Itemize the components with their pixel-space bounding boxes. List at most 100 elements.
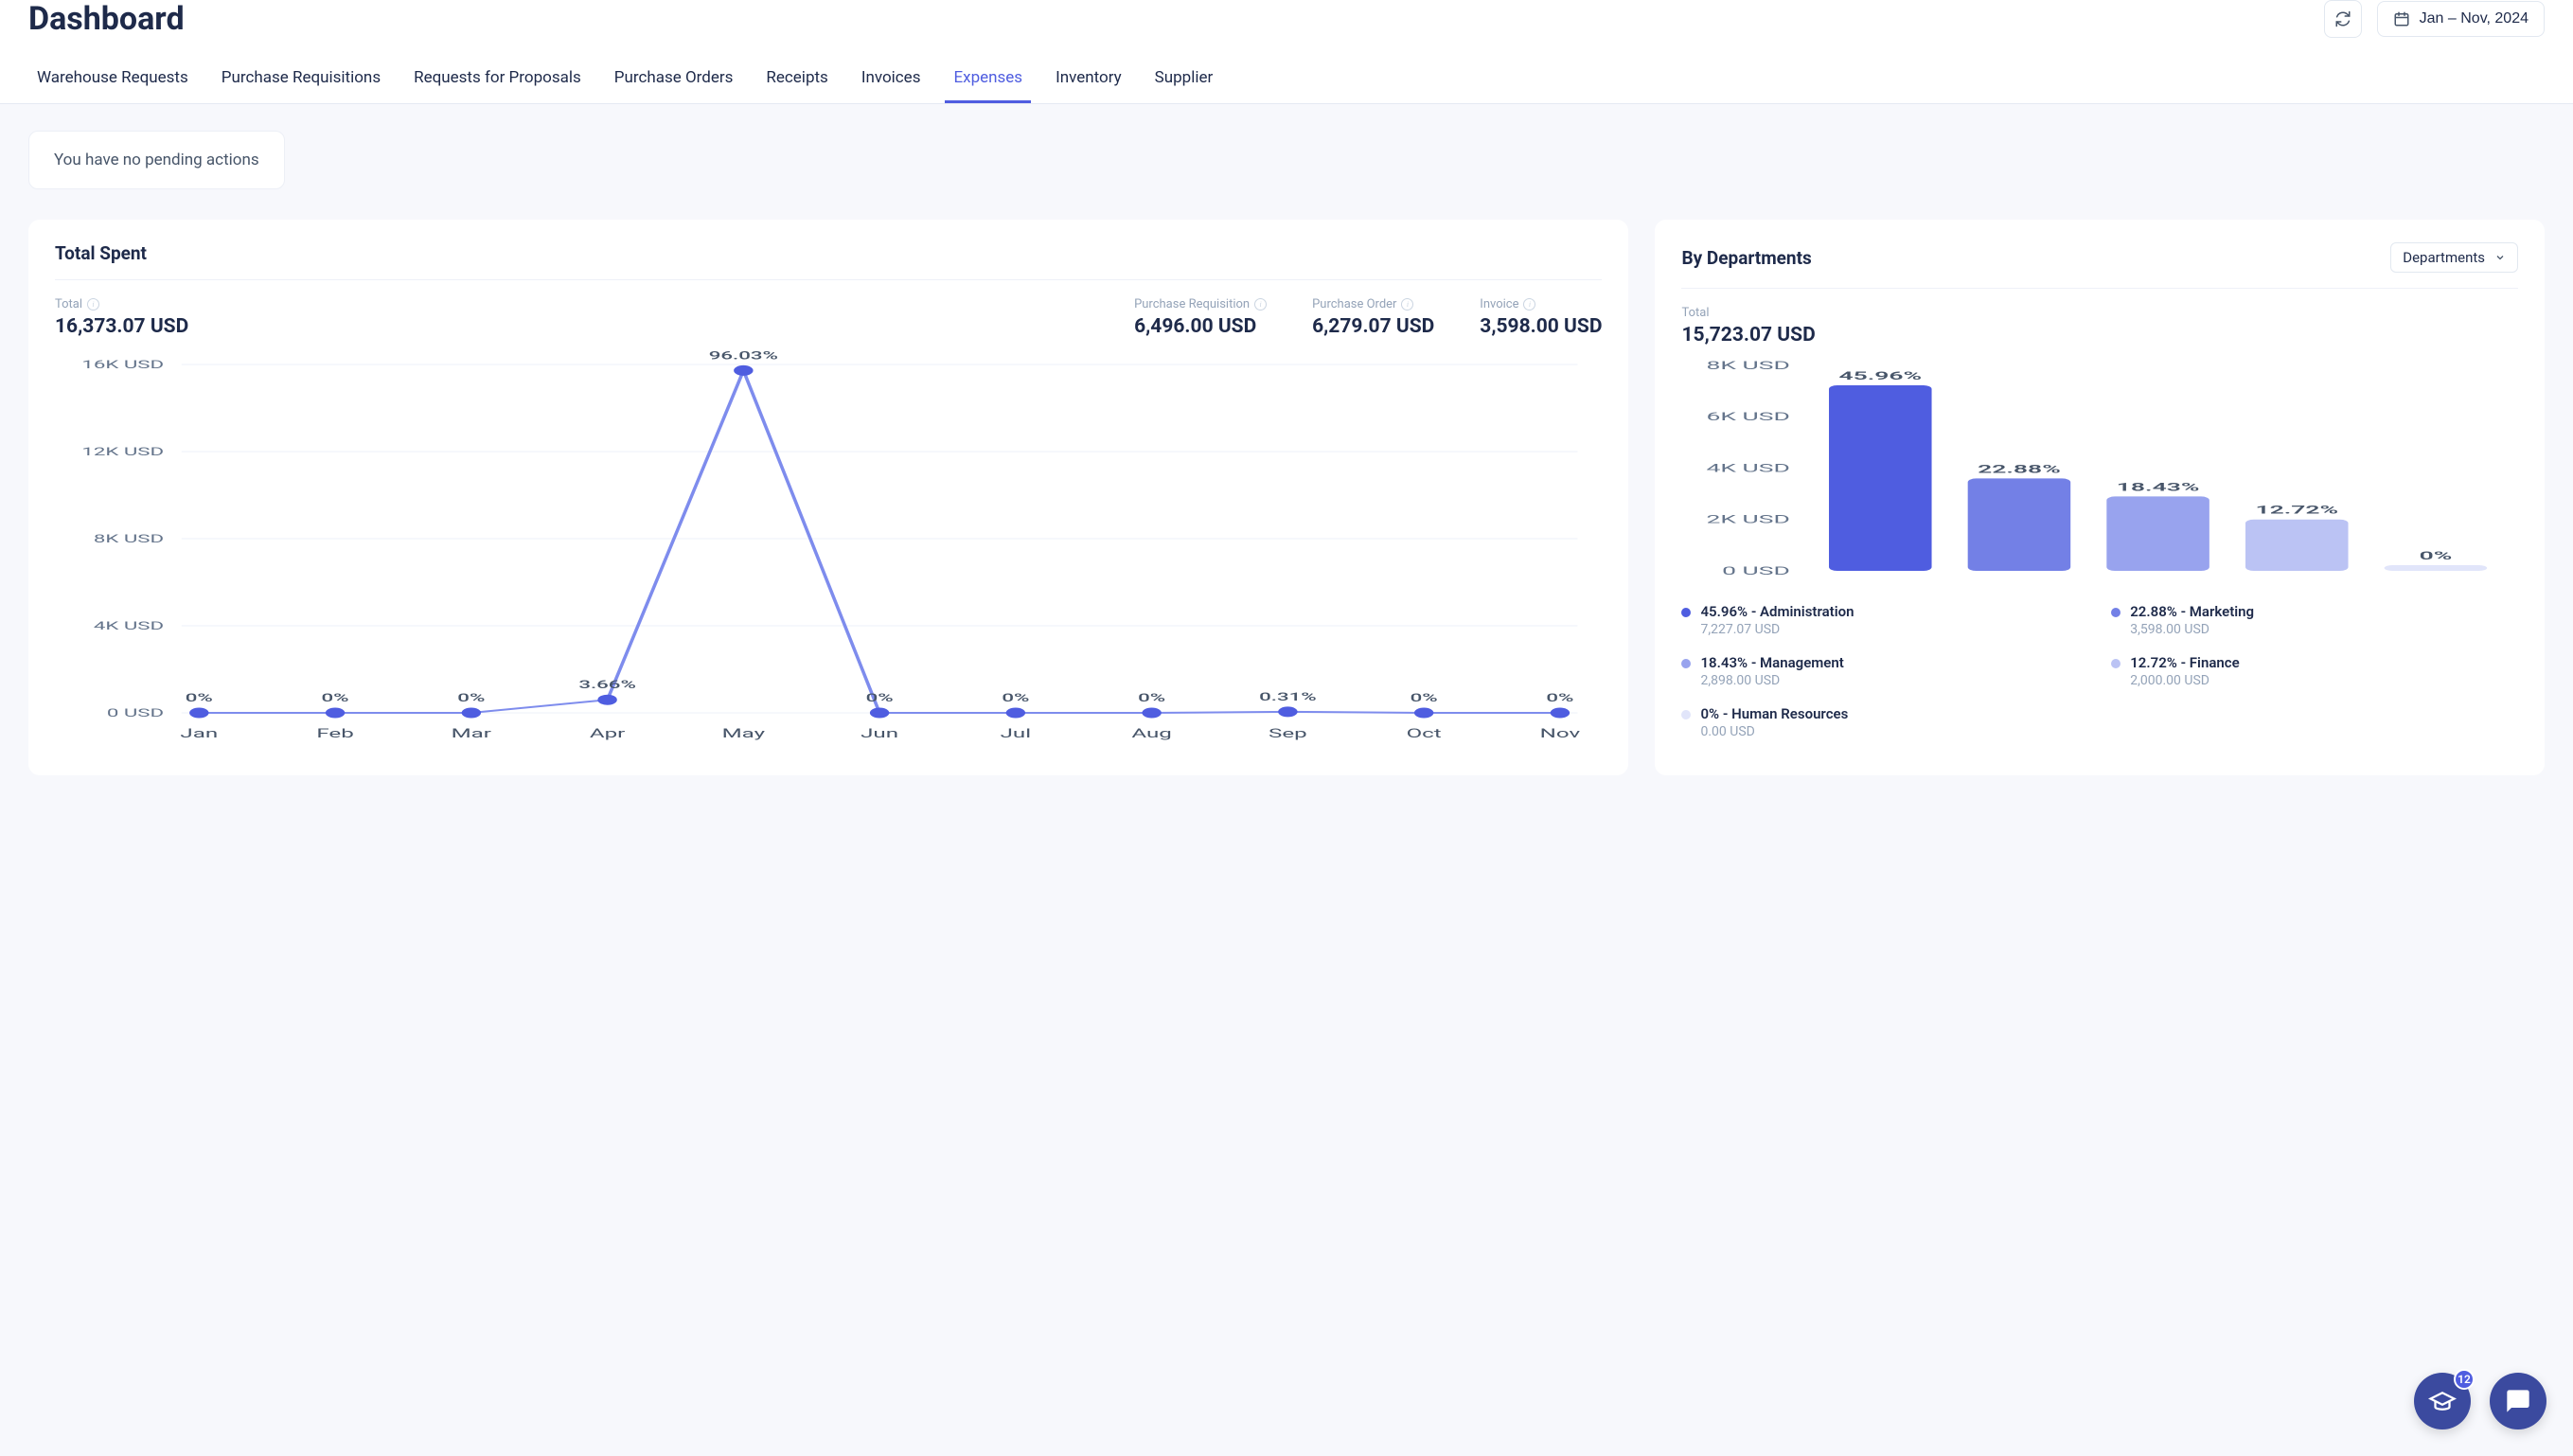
svg-text:Jul: Jul xyxy=(1001,726,1031,740)
svg-text:0%: 0% xyxy=(1546,691,1573,704)
info-icon[interactable]: i xyxy=(1254,298,1267,311)
svg-text:Sep: Sep xyxy=(1269,726,1307,740)
legend-dot xyxy=(2111,608,2121,617)
legend-dot xyxy=(2111,659,2121,668)
legend-item: 18.43% - Management 2,898.00 USD xyxy=(1681,654,2088,688)
chevron-down-icon xyxy=(2494,252,2506,263)
svg-text:8K USD: 8K USD xyxy=(94,532,164,545)
date-range-label: Jan – Nov, 2024 xyxy=(2420,10,2529,27)
dept-header: By Departments Departments xyxy=(1681,242,2518,289)
legend-item: 12.72% - Finance 2,000.00 USD xyxy=(2111,654,2518,688)
legend-amount: 3,598.00 USD xyxy=(2130,622,2254,637)
svg-text:4K USD: 4K USD xyxy=(1707,462,1790,475)
svg-text:18.43%: 18.43% xyxy=(2117,481,2200,494)
svg-text:22.88%: 22.88% xyxy=(1979,463,2062,476)
stat-total-value: 16,373.07 USD xyxy=(55,315,1089,338)
content: You have no pending actions Total Spent … xyxy=(0,104,2573,802)
pending-actions-box: You have no pending actions xyxy=(28,131,285,189)
legend-amount: 7,227.07 USD xyxy=(1700,622,1854,637)
stat-invoice: Invoicei 3,598.00 USD xyxy=(1480,297,1602,338)
date-range-button[interactable]: Jan – Nov, 2024 xyxy=(2377,1,2545,37)
total-spent-header: Total Spent xyxy=(55,242,1602,280)
svg-text:Mar: Mar xyxy=(452,726,492,740)
svg-text:0%: 0% xyxy=(1002,691,1029,704)
svg-text:12K USD: 12K USD xyxy=(81,445,164,458)
tab-bar: Warehouse Requests Purchase Requisitions R… xyxy=(0,55,2573,104)
legend-item: 45.96% - Administration 7,227.07 USD xyxy=(1681,603,2088,637)
svg-text:8K USD: 8K USD xyxy=(1707,360,1790,373)
svg-text:45.96%: 45.96% xyxy=(1839,369,1923,382)
legend-amount: 0.00 USD xyxy=(1700,724,1848,739)
departments-dropdown[interactable]: Departments xyxy=(2390,242,2518,273)
svg-text:0%: 0% xyxy=(866,691,894,704)
legend-dot xyxy=(1681,659,1691,668)
svg-text:4K USD: 4K USD xyxy=(94,619,164,632)
tab-purchase-orders[interactable]: Purchase Orders xyxy=(606,55,742,103)
tab-warehouse-requests[interactable]: Warehouse Requests xyxy=(28,55,197,103)
total-spent-title: Total Spent xyxy=(55,242,147,264)
stat-total: Total i 16,373.07 USD xyxy=(55,297,1089,338)
dept-title: By Departments xyxy=(1681,247,1811,269)
chat-button[interactable] xyxy=(2490,1373,2546,1429)
by-departments-panel: By Departments Departments Total 15,723.… xyxy=(1655,220,2545,775)
refresh-button[interactable] xyxy=(2324,0,2362,38)
info-icon[interactable]: i xyxy=(1523,298,1535,311)
svg-text:Aug: Aug xyxy=(1131,726,1171,740)
legend-label: 45.96% - Administration xyxy=(1700,603,1854,620)
panels: Total Spent Total i 16,373.07 USD Purcha… xyxy=(28,220,2545,775)
tab-supplier[interactable]: Supplier xyxy=(1146,55,1222,103)
svg-text:0 USD: 0 USD xyxy=(1723,565,1791,578)
stat-po: Purchase Orderi 6,279.07 USD xyxy=(1312,297,1434,338)
svg-text:Jun: Jun xyxy=(861,726,898,740)
refresh-icon xyxy=(2334,10,2351,27)
line-chart: 0 USD4K USD8K USD12K USD16K USD0%Jan0%Fe… xyxy=(55,351,1602,749)
help-badge: 12 xyxy=(2454,1369,2475,1390)
calendar-icon xyxy=(2393,10,2410,27)
line-chart-svg: 0 USD4K USD8K USD12K USD16K USD0%Jan0%Fe… xyxy=(55,351,1602,749)
svg-text:12.72%: 12.72% xyxy=(2256,504,2339,517)
svg-text:0%: 0% xyxy=(457,691,485,704)
tab-receipts[interactable]: Receipts xyxy=(757,55,836,103)
legend-label: 12.72% - Finance xyxy=(2130,654,2239,671)
total-spent-panel: Total Spent Total i 16,373.07 USD Purcha… xyxy=(28,220,1628,775)
svg-text:0%: 0% xyxy=(322,691,349,704)
page-title: Dashboard xyxy=(28,0,185,38)
legend-amount: 2,000.00 USD xyxy=(2130,673,2239,688)
tab-purchase-requisitions[interactable]: Purchase Requisitions xyxy=(213,55,389,103)
svg-text:Apr: Apr xyxy=(590,726,626,740)
header-controls: Jan – Nov, 2024 xyxy=(2324,0,2545,38)
bar-chart-svg: 0 USD 2K USD 4K USD 6K USD 8K USD 45.96% 22.88… xyxy=(1681,346,2518,578)
help-button[interactable]: 12 xyxy=(2414,1373,2471,1429)
legend-label: 0% - Human Resources xyxy=(1700,705,1848,722)
tab-expenses[interactable]: Expenses xyxy=(945,55,1031,103)
stat-row: Total i 16,373.07 USD Purchase Requisiti… xyxy=(55,297,1602,338)
svg-text:96.03%: 96.03% xyxy=(709,351,778,363)
stat-total-label: Total i xyxy=(55,297,1089,311)
svg-text:0.31%: 0.31% xyxy=(1259,690,1317,703)
svg-text:Nov: Nov xyxy=(1540,726,1581,740)
page-header: Dashboard Jan – Nov, 2024 xyxy=(0,0,2573,55)
svg-text:3.66%: 3.66% xyxy=(578,678,636,691)
info-icon[interactable]: i xyxy=(1401,298,1413,311)
tab-inventory[interactable]: Inventory xyxy=(1047,55,1130,103)
svg-text:Oct: Oct xyxy=(1407,726,1442,740)
tab-invoices[interactable]: Invoices xyxy=(853,55,930,103)
svg-text:6K USD: 6K USD xyxy=(1707,411,1790,424)
svg-text:0%: 0% xyxy=(1138,691,1165,704)
svg-text:0%: 0% xyxy=(2420,550,2453,563)
dept-total: Total 15,723.07 USD xyxy=(1681,306,2518,346)
legend-item: 22.88% - Marketing 3,598.00 USD xyxy=(2111,603,2518,637)
legend-label: 22.88% - Marketing xyxy=(2130,603,2254,620)
legend-label: 18.43% - Management xyxy=(1700,654,1843,671)
svg-text:0%: 0% xyxy=(186,691,213,704)
stat-right-group: Purchase Requisitioni 6,496.00 USD Purch… xyxy=(1134,297,1602,338)
svg-text:16K USD: 16K USD xyxy=(81,358,164,371)
legend-dot xyxy=(1681,710,1691,719)
graduation-cap-icon xyxy=(2428,1387,2457,1415)
svg-text:0%: 0% xyxy=(1411,691,1438,704)
tab-requests-for-proposals[interactable]: Requests for Proposals xyxy=(405,55,590,103)
info-icon[interactable]: i xyxy=(87,298,99,311)
svg-text:0 USD: 0 USD xyxy=(107,706,164,719)
svg-text:Feb: Feb xyxy=(316,726,353,740)
svg-text:2K USD: 2K USD xyxy=(1707,513,1790,526)
